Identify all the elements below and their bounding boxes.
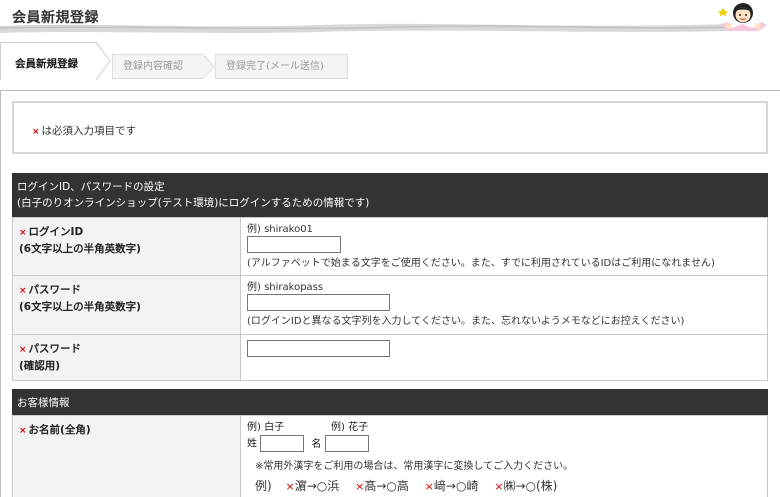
required-note-text: は必須入力項目です xyxy=(41,125,137,137)
login-form-table: × ログインID (6文字以上の半角英数字) 例) shirako01 (アルファ… xyxy=(12,217,768,381)
login-id-input[interactable] xyxy=(247,236,341,253)
kanji-note: ※常用外漢字をご利用の場合は、常用漢字に変換してご入力ください。 xyxy=(255,461,574,472)
step-1-label: 会員新規登録 xyxy=(15,58,78,70)
kanji-example: ㈱→○(株) xyxy=(503,479,558,493)
cross-mark-icon: × xyxy=(32,127,40,137)
cross-mark-icon: × xyxy=(285,480,295,493)
step-2: 登録内容確認 xyxy=(112,54,204,79)
first-name-input[interactable] xyxy=(324,435,369,452)
cross-mark-icon: × xyxy=(19,345,27,355)
password-label-cell: × パスワード (6文字以上の半角英数字) xyxy=(12,275,241,335)
login-id-hint: (アルファベットで始まる文字をご使用ください。また、すでに利用されているIDはご… xyxy=(247,258,715,269)
customer-section-header: お客様情報 xyxy=(12,389,768,415)
password-confirm-label-cell: × パスワード (確認用) xyxy=(12,334,241,381)
login-section-header: ログインID、パスワードの設定 (白子のりオンラインショップ(テスト環境)にログ… xyxy=(12,173,768,217)
step-arrow-icon xyxy=(96,42,111,80)
last-name-input[interactable] xyxy=(260,435,305,452)
step-3: 登録完了(メール送信) xyxy=(215,54,348,79)
cross-mark-icon: × xyxy=(19,286,27,296)
step-1-current: 会員新規登録 xyxy=(0,42,97,80)
password-example: 例) shirakopass xyxy=(247,282,324,293)
login-id-example: 例) shirako01 xyxy=(247,224,313,235)
cross-mark-icon: × xyxy=(19,228,27,238)
login-id-row: × ログインID (6文字以上の半角英数字) 例) shirako01 (アルファ… xyxy=(12,217,768,276)
step-arrow-icon xyxy=(203,54,215,79)
name-label-cell: × お名前(全角) xyxy=(12,415,241,497)
customer-form-table: × お名前(全角) 例) 白子 例) 花子 姓 名 ※常用外漢字をご利用の場合は、常… xyxy=(12,415,768,497)
girl-mascot-icon xyxy=(718,3,767,31)
cross-mark-icon: × xyxy=(19,426,27,436)
password-confirm-row: × パスワード (確認用) xyxy=(12,334,768,381)
cross-mark-icon: × xyxy=(424,480,434,493)
password-hint: (ログインIDと異なる文字列を入力してください。また、忘れないようメモなどにお控… xyxy=(247,316,685,327)
required-note-box: × は必須入力項目です xyxy=(12,101,768,154)
password-input[interactable] xyxy=(247,294,390,311)
kanji-examples: 例) ×濵→○浜 ×髙→○高 ×﨑→○崎 ×㈱→○(株) xyxy=(255,479,558,494)
kanji-example: 濵→○浜 xyxy=(294,479,340,493)
first-name-label: 名 xyxy=(311,438,322,450)
password-row: × パスワード (6文字以上の半角英数字) 例) shirakopass (ログイ… xyxy=(12,275,768,335)
last-name-example: 例) 白子 xyxy=(247,422,285,433)
brush-stroke-divider xyxy=(0,23,730,33)
kanji-example: 﨑→○崎 xyxy=(433,479,479,493)
password-confirm-input[interactable] xyxy=(247,340,390,357)
kanji-example: 髙→○高 xyxy=(364,479,409,493)
cross-mark-icon: × xyxy=(355,480,365,493)
first-name-example: 例) 花子 xyxy=(331,422,369,433)
last-name-label: 姓 xyxy=(247,438,257,450)
login-id-label-cell: × ログインID (6文字以上の半角英数字) xyxy=(12,217,241,276)
name-row: × お名前(全角) 例) 白子 例) 花子 姓 名 ※常用外漢字をご利用の場合は、常… xyxy=(12,415,768,497)
